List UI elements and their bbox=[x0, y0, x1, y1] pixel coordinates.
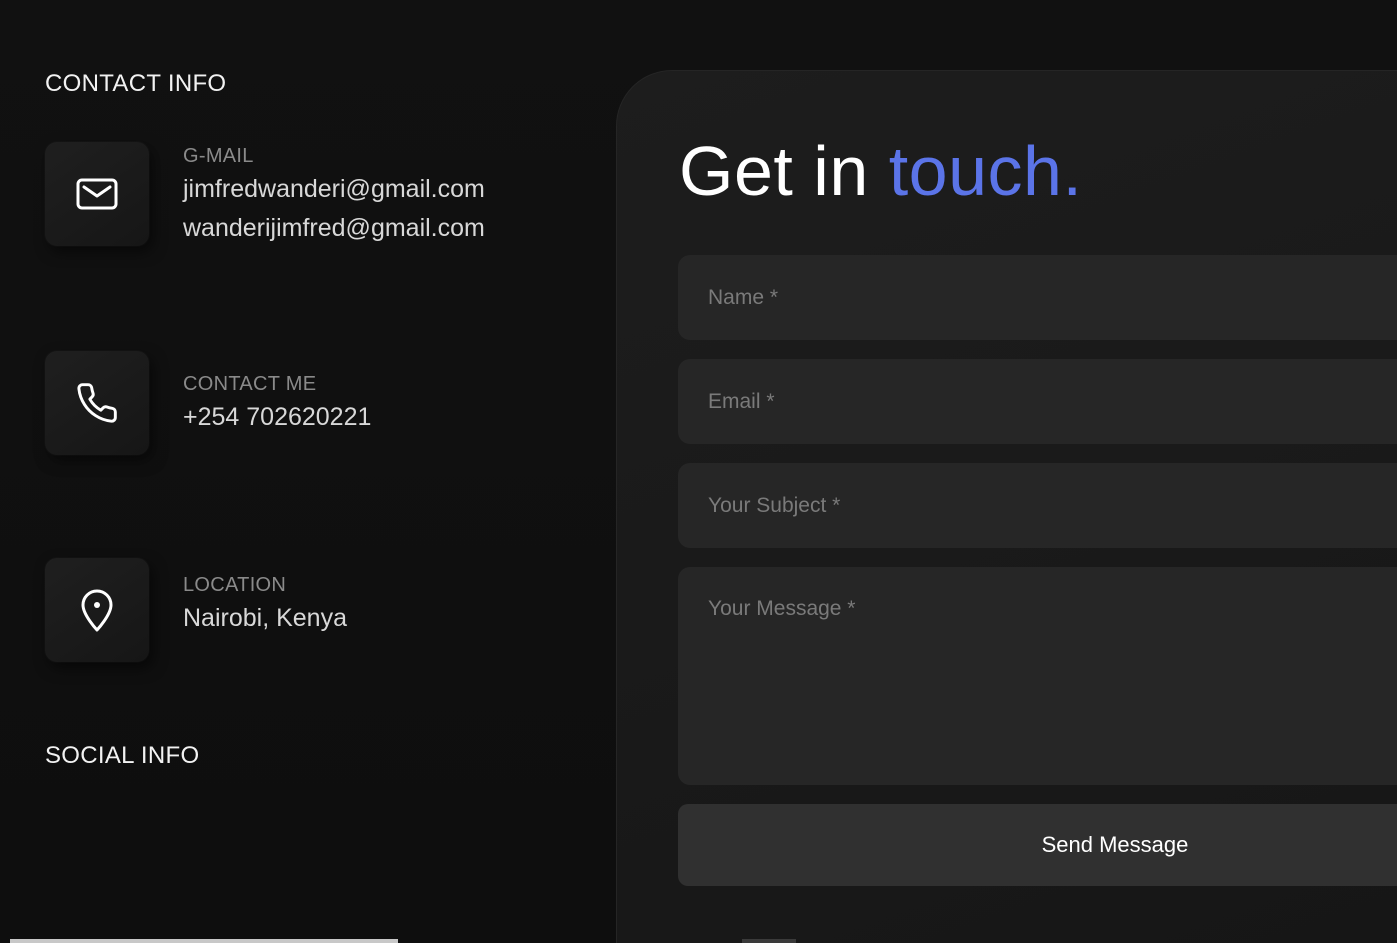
location-label: LOCATION bbox=[183, 574, 287, 596]
phone-icon-box bbox=[45, 351, 149, 455]
gmail-text: G-MAIL jimfredwanderi@gmail.com wanderij… bbox=[183, 142, 485, 248]
contact-info-column: CONTACT INFO G-MAIL jimfredwanderi@gmail… bbox=[45, 0, 585, 943]
heading-accent: touch. bbox=[888, 132, 1083, 210]
form-heading: Get in touch. bbox=[679, 131, 1082, 211]
gmail-label: G-MAIL bbox=[183, 145, 254, 167]
phone-label: CONTACT ME bbox=[183, 373, 317, 395]
location-value: Nairobi, Kenya bbox=[183, 604, 347, 632]
horizontal-scrollbar-thumb[interactable] bbox=[10, 939, 398, 943]
phone-text: CONTACT ME +254 702620221 bbox=[183, 370, 371, 437]
location-icon-box bbox=[45, 558, 149, 662]
message-field-wrapper bbox=[678, 567, 1397, 785]
mail-icon-box bbox=[45, 142, 149, 246]
gmail-address-secondary[interactable]: wanderijimfred@gmail.com bbox=[183, 209, 485, 248]
message-textarea[interactable] bbox=[678, 567, 1397, 785]
email-field-wrapper bbox=[678, 359, 1397, 444]
mail-icon bbox=[76, 178, 118, 210]
location-text: LOCATION Nairobi, Kenya bbox=[183, 571, 347, 638]
name-input[interactable] bbox=[678, 255, 1397, 340]
location-pin-icon bbox=[81, 589, 113, 632]
send-message-button[interactable]: Send Message bbox=[678, 804, 1397, 886]
heading-main: Get in bbox=[679, 132, 889, 210]
email-input[interactable] bbox=[678, 359, 1397, 444]
phone-icon bbox=[77, 383, 117, 423]
subject-field-wrapper bbox=[678, 463, 1397, 548]
social-info-title: SOCIAL INFO bbox=[45, 742, 200, 769]
gmail-address-primary[interactable]: jimfredwanderi@gmail.com bbox=[183, 170, 485, 209]
phone-number[interactable]: +254 702620221 bbox=[183, 398, 371, 437]
contact-info-title: CONTACT INFO bbox=[45, 70, 227, 97]
contact-form-card: Get in touch. Send Message bbox=[616, 70, 1397, 943]
subject-input[interactable] bbox=[678, 463, 1397, 548]
name-field-wrapper bbox=[678, 255, 1397, 340]
contact-page: CONTACT INFO G-MAIL jimfredwanderi@gmail… bbox=[0, 0, 1397, 943]
scroll-indicator bbox=[742, 939, 796, 943]
